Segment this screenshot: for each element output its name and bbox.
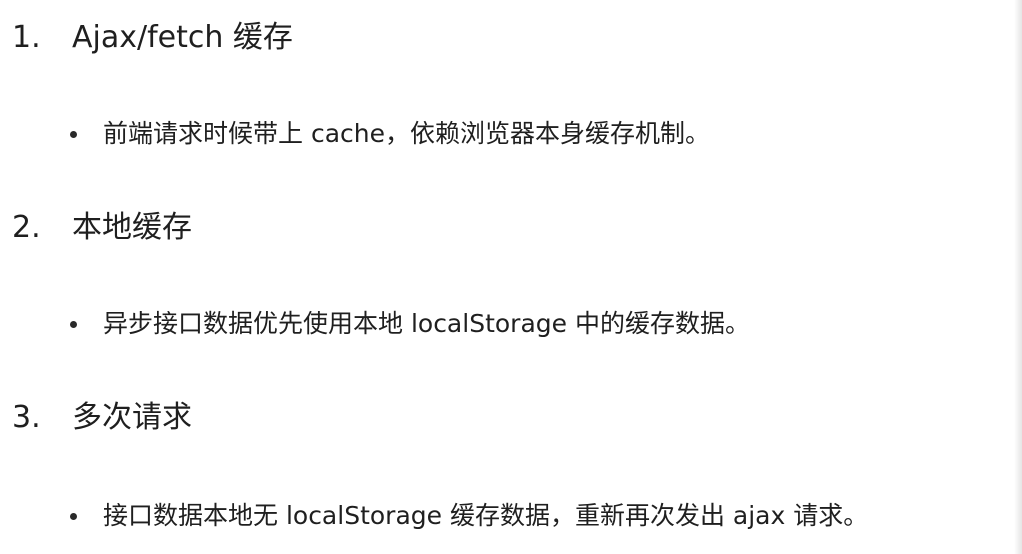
section-2-bullet-item: 异步接口数据优先使用本地 localStorage 中的缓存数据。	[70, 304, 750, 344]
section-2-heading: 2. 本地缓存	[12, 206, 192, 250]
section-3-title: 多次请求	[72, 400, 192, 435]
document-page: 1. Ajax/fetch 缓存 前端请求时候带上 cache，依赖浏览器本身缓…	[0, 0, 1022, 554]
section-3-number: 3.	[12, 400, 41, 435]
section-2-bullet-text: 异步接口数据优先使用本地 localStorage 中的缓存数据。	[103, 309, 750, 338]
section-3-heading: 3. 多次请求	[12, 396, 192, 440]
section-2-number: 2.	[12, 210, 41, 245]
section-1-bullet-item: 前端请求时候带上 cache，依赖浏览器本身缓存机制。	[70, 114, 710, 154]
bullet-dot-icon	[70, 320, 77, 328]
section-1-number: 1.	[12, 20, 41, 55]
right-edge-shadow	[1014, 0, 1022, 554]
section-2-title: 本地缓存	[72, 210, 192, 245]
section-3-bullet-text: 接口数据本地无 localStorage 缓存数据，重新再次发出 ajax 请求…	[103, 501, 869, 530]
section-1-heading: 1. Ajax/fetch 缓存	[12, 16, 293, 60]
section-1-title: Ajax/fetch 缓存	[72, 20, 293, 55]
bullet-dot-icon	[70, 130, 77, 138]
section-1-bullet-text: 前端请求时候带上 cache，依赖浏览器本身缓存机制。	[103, 119, 710, 148]
bullet-dot-icon	[70, 512, 77, 520]
section-3-bullet-item: 接口数据本地无 localStorage 缓存数据，重新再次发出 ajax 请求…	[70, 496, 868, 536]
